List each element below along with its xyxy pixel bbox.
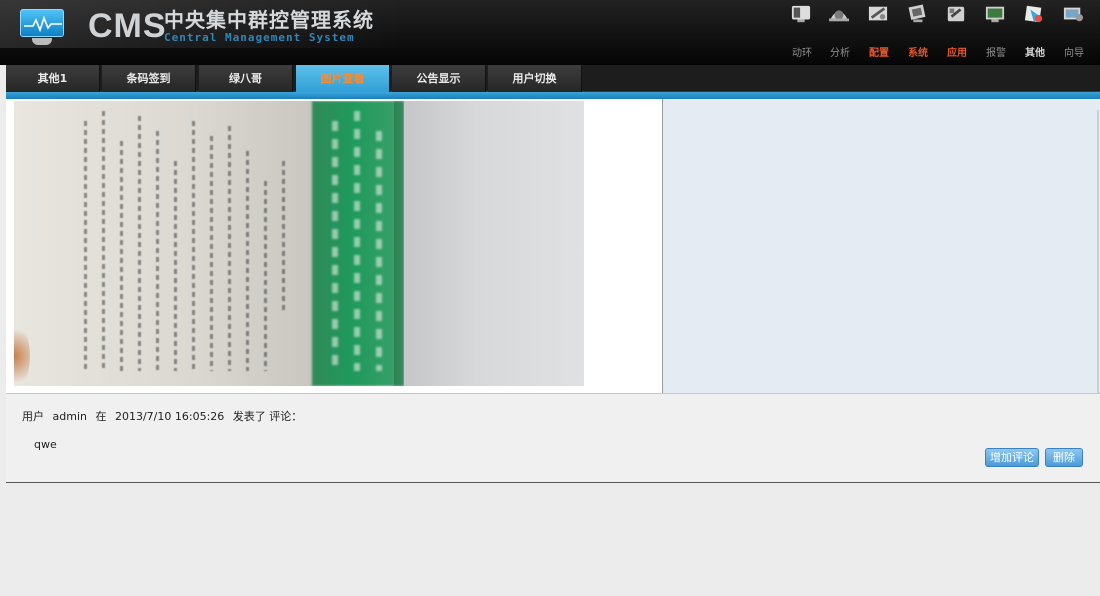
- topnav-application[interactable]: 应用: [939, 2, 975, 60]
- tab-other1[interactable]: 其他1: [6, 65, 100, 92]
- comment-section: 用户 admin 在 2013/7/10 16:05:26 发表了 评论： qw…: [6, 393, 1100, 483]
- comment-datetime: 2013/7/10 16:05:26: [114, 410, 225, 423]
- tab-green-myna[interactable]: 绿八哥: [199, 65, 293, 92]
- application-icon: [947, 6, 965, 22]
- comment-at: 在: [95, 410, 107, 423]
- tab-bar: 其他1 条码签到 绿八哥 图片查看 公告显示 用户切换: [6, 65, 1100, 92]
- monitor-logo-icon: [18, 7, 66, 47]
- top-nav: 动环 分析 配置 系统 应用 报警 其他 向导: [784, 2, 1094, 60]
- other-icon: [1024, 5, 1043, 23]
- config-icon: [868, 6, 888, 21]
- tab-image-view[interactable]: 图片查看: [296, 65, 390, 92]
- tab-user-switch[interactable]: 用户切换: [488, 65, 582, 92]
- photo-image[interactable]: [14, 101, 584, 386]
- topnav-alarm[interactable]: 报警: [978, 2, 1014, 60]
- app-title: 中央集中群控管理系统: [164, 8, 374, 32]
- tab-barcode-checkin[interactable]: 条码签到: [102, 65, 196, 92]
- topnav-label: 系统: [908, 48, 928, 59]
- comment-meta: 用户 admin 在 2013/7/10 16:05:26 发表了 评论：: [22, 410, 307, 424]
- topnav-wizard[interactable]: 向导: [1056, 2, 1092, 60]
- scrollbar-track[interactable]: [1097, 110, 1099, 440]
- empty-area: [6, 484, 1100, 596]
- topnav-other[interactable]: 其他: [1017, 2, 1053, 60]
- topnav-label: 分析: [830, 48, 850, 59]
- alarm-icon: [985, 6, 1005, 23]
- delete-button[interactable]: 删除: [1045, 448, 1083, 467]
- analysis-icon: [829, 10, 849, 22]
- topnav-config[interactable]: 配置: [861, 2, 897, 60]
- tab-announcement[interactable]: 公告显示: [392, 65, 486, 92]
- app-subtitle: Central Management System: [164, 31, 355, 44]
- wizard-icon: [1063, 7, 1083, 22]
- topnav-label: 报警: [986, 48, 1006, 59]
- logo-text: CMS: [88, 7, 167, 45]
- system-icon: [908, 4, 926, 23]
- side-panel: [663, 99, 1100, 393]
- add-comment-button[interactable]: 增加评论: [985, 448, 1039, 467]
- topnav-analysis[interactable]: 分析: [822, 2, 858, 60]
- topnav-label: 应用: [947, 48, 967, 59]
- app-root: CMS 中央集中群控管理系统 Central Management System…: [0, 0, 1100, 596]
- monitor-icon: [791, 5, 811, 23]
- topnav-label: 其他: [1025, 48, 1045, 59]
- topnav-system[interactable]: 系统: [900, 2, 936, 60]
- comment-content: qwe: [34, 438, 57, 451]
- comment-prefix: 用户: [22, 410, 44, 423]
- header-bar: CMS 中央集中群控管理系统 Central Management System…: [0, 0, 1100, 65]
- topnav-label: 配置: [869, 48, 889, 59]
- comment-user: admin: [52, 410, 87, 423]
- topnav-label: 向导: [1064, 48, 1084, 59]
- tab-underline: [6, 92, 1100, 99]
- topnav-label: 动环: [792, 48, 812, 59]
- topnav-monitor[interactable]: 动环: [784, 2, 820, 60]
- comment-action: 发表了 评论：: [232, 410, 303, 423]
